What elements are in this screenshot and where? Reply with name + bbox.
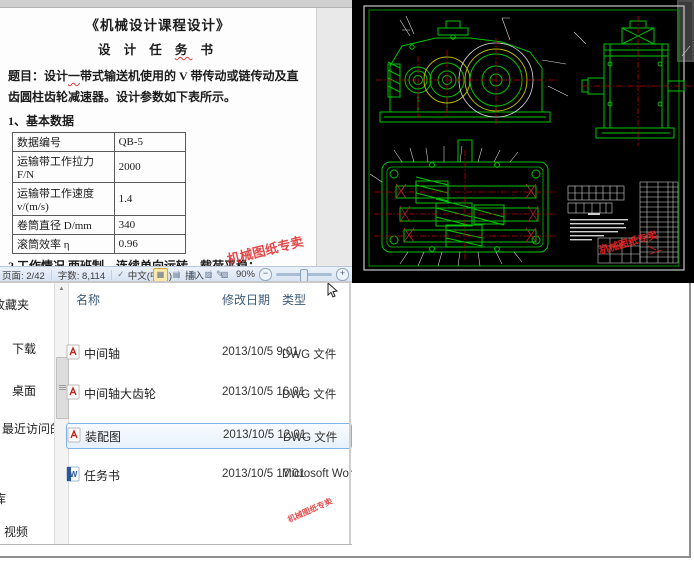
table-cell-value: 340 [113, 215, 187, 235]
zoom-in-button[interactable]: + [336, 267, 349, 281]
word-page-margin [316, 8, 353, 266]
scroll-up-icon[interactable]: ▲ [55, 283, 68, 296]
table-cell-label: 数据编号 [12, 132, 115, 152]
doc-paragraph: 2.工作情况 两班制，连续单向运转，载荷平稳； [8, 259, 261, 266]
dwg-file-icon [66, 344, 80, 360]
word-page[interactable]: 《机械设计课程设计》 设 计 任 务 书 题目：设计一带式输送机使用的 V 带传… [0, 8, 316, 266]
file-name[interactable]: 任务书 [84, 467, 120, 484]
explorer-window-edge [349, 283, 351, 545]
dwg-file-icon [67, 427, 81, 443]
fullscreen-view-icon[interactable]: ▤ [169, 268, 184, 282]
word-file-icon: W [66, 466, 80, 482]
doc-title: 《机械设计课程设计》 [85, 18, 231, 33]
view-mode-buttons: ▦ ▤ ▥ ▨ ▧ [153, 268, 232, 282]
doc-subtitle: 设 计 任 务 书 [97, 43, 219, 57]
file-name[interactable]: 装配图 [85, 428, 121, 445]
print-layout-view-icon[interactable]: ▦ [153, 268, 168, 282]
doc-body-paragraphs: 2.工作情况 两班制，连续单向运转，载荷平稳； 3.工作环境 室内 ，灰尘较大 … [8, 258, 316, 266]
outer-border-right [689, 283, 691, 558]
cad-viewport: 机械图纸专卖 [352, 0, 694, 283]
sidebar-item-libraries[interactable]: 库 [0, 490, 6, 507]
screen: 《机械设计课程设计》 设 计 任 务 书 题目：设计一带式输送机使用的 V 带传… [0, 0, 694, 561]
file-name[interactable]: 中间轴 [84, 345, 120, 362]
zoom-slider-thumb[interactable] [300, 268, 308, 282]
svg-text:W: W [70, 470, 78, 479]
explorer-bottom-edge [0, 544, 352, 545]
cad-assembly-drawing [352, 0, 694, 283]
dwg-file-icon [66, 384, 80, 400]
word-document-pane: 《机械设计课程设计》 设 计 任 务 书 题目：设计一带式输送机使用的 V 带传… [0, 0, 353, 283]
zoom-controls: 90% − + [236, 267, 349, 282]
word-window-chrome [0, 0, 352, 8]
file-row[interactable]: W 任务书 2013/10/5 17:01 Microsoft Wor [66, 463, 353, 487]
sidebar-item-desktop[interactable]: 桌面 [12, 382, 36, 399]
spellcheck-squiggle: 一 [68, 69, 81, 83]
zoom-level[interactable]: 90% [236, 269, 255, 280]
web-layout-view-icon[interactable]: ▥ [185, 268, 200, 282]
table-cell-label: 运输带工作拉力 F/N [12, 151, 115, 183]
table-cell-value: 0.96 [113, 234, 187, 254]
file-row-selected[interactable]: 装配图 2013/10/5 12:01 DWG 文件 [66, 423, 352, 449]
status-page-number[interactable]: 页面: 2/42 [0, 268, 47, 282]
table-cell-value: 1.4 [113, 182, 187, 216]
doc-section-heading: 1、基本数据 [8, 114, 75, 128]
table-cell-value: QB-5 [113, 132, 187, 152]
file-name[interactable]: 中间轴大齿轮 [84, 385, 156, 402]
sidebar-item-favorites[interactable]: 收藏夹 [0, 296, 29, 313]
draft-view-icon[interactable]: ▧ [217, 268, 232, 282]
table-cell-value: 2000 [113, 151, 187, 183]
status-word-count[interactable]: 字数: 8,114 [56, 268, 107, 282]
spellcheck-icon[interactable]: ✓ [116, 269, 126, 280]
sidebar-item-downloads[interactable]: 下载 [12, 340, 36, 357]
outline-view-icon[interactable]: ▨ [201, 268, 216, 282]
zoom-slider[interactable] [276, 268, 332, 282]
column-header-name[interactable]: 名称 [76, 291, 100, 308]
empty-area [352, 283, 694, 561]
table-cell-label: 运输带工作速度 v/(m/s) [12, 182, 115, 216]
column-header-date[interactable]: 修改日期 [222, 291, 270, 308]
file-type: DWG 文件 [282, 389, 337, 401]
spellcheck-squiggle: 务 [174, 43, 193, 57]
file-type: DWG 文件 [282, 349, 337, 361]
zoom-out-button[interactable]: − [259, 267, 272, 281]
outer-border-bottom [0, 556, 691, 558]
file-explorer-pane: 收藏夹 下载 桌面 最近访问的位置 库 视频 ▲ 名称 修改日期 类型 中间轴 … [0, 283, 353, 561]
table-cell-label: 滚筒效率 η [12, 234, 115, 254]
word-status-bar: 页面: 2/42 字数: 8,114 ✓ 中文(中国) 插入 ✎ ▦ ▤ ▥ ▨… [0, 266, 352, 282]
sidebar-scrollbar[interactable]: ▲ [54, 283, 69, 545]
file-row[interactable]: 中间轴大齿轮 2013/10/5 16:01 DWG 文件 [66, 381, 350, 405]
doc-data-table: 数据编号 QB-5 运输带工作拉力 F/N 2000 运输带工作速度 v/(m/s)… [12, 132, 187, 254]
sidebar-item-videos[interactable]: 视频 [4, 523, 28, 540]
table-cell-label: 卷筒直径 D/mm [12, 215, 115, 235]
file-type: Microsoft Wor [282, 468, 353, 480]
mouse-cursor [327, 283, 339, 298]
cad-scrollbar[interactable] [677, 0, 694, 62]
file-type: DWG 文件 [283, 432, 338, 444]
red-watermark: 机械图纸专卖 [286, 496, 334, 525]
doc-topic-paragraph: 题目：设计一带式输送机使用的 V 带传动或链传动及直齿圆柱齿轮减速器。设计参数如… [8, 69, 299, 104]
file-row[interactable]: 中间轴 2013/10/5 9:01 DWG 文件 [66, 341, 350, 365]
column-header-type[interactable]: 类型 [282, 291, 306, 308]
